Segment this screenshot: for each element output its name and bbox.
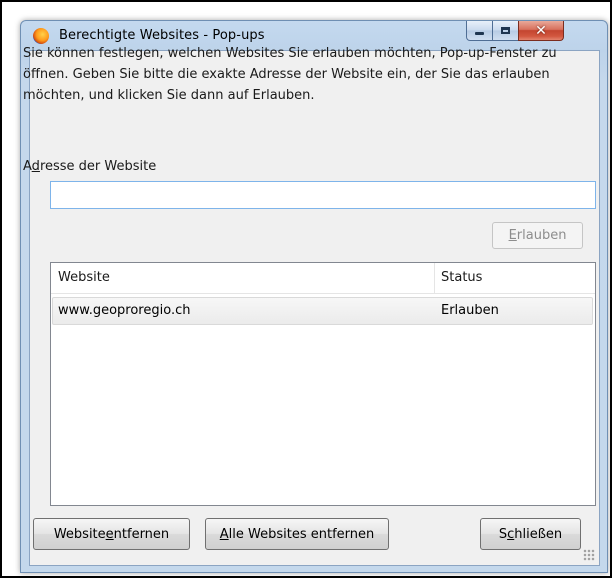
remove-website-button[interactable]: Website e ntfernen: [33, 518, 190, 550]
row-website: www.geoproregio.ch: [58, 303, 191, 318]
close-accel: c: [507, 526, 515, 542]
address-label-part: A: [23, 159, 32, 174]
remove-all-accel: A: [219, 526, 229, 542]
address-label-part: resse der Website: [39, 159, 157, 174]
intro-text: Sie können festlegen, welchen Websites S…: [23, 46, 557, 103]
close-label-part: S: [498, 526, 508, 542]
close-label-part: hließen: [514, 526, 563, 542]
allow-accel: E: [508, 228, 517, 243]
row-status: Erlauben: [441, 303, 499, 318]
minimize-icon: [475, 32, 484, 35]
close-window-button[interactable]: ✕: [518, 21, 564, 41]
list-row[interactable]: www.geoproregio.ch Erlauben: [52, 297, 593, 325]
minimize-button[interactable]: [466, 21, 493, 41]
firefox-icon: [33, 28, 49, 44]
remove-label-part: ntfernen: [113, 526, 170, 542]
address-label-accel: d: [31, 159, 40, 174]
list-header: Website Status: [51, 263, 595, 294]
website-address-input[interactable]: [50, 181, 596, 209]
close-icon: ✕: [535, 22, 547, 39]
maximize-icon: [501, 27, 510, 34]
column-header-website[interactable]: Website: [58, 270, 110, 285]
website-list[interactable]: Website Status www.geoproregio.ch Erlaub…: [50, 262, 596, 506]
column-divider[interactable]: [434, 263, 435, 293]
remove-all-websites-button[interactable]: Alle Websites entfernen: [205, 518, 389, 550]
column-header-status[interactable]: Status: [441, 270, 482, 285]
remove-label-part: Website: [53, 526, 106, 542]
address-label: Adresse der Website: [23, 159, 156, 174]
allow-label: rlauben: [516, 228, 567, 243]
close-button[interactable]: Sc hließen: [480, 518, 581, 550]
remove-all-label: lle Websites entfernen: [228, 526, 375, 542]
maximize-button[interactable]: [492, 21, 519, 41]
remove-accel: e: [105, 526, 114, 542]
resize-grip-icon[interactable]: [583, 549, 595, 561]
allow-button[interactable]: Erlauben: [492, 222, 583, 249]
window-title: Berechtigte Websites - Pop-ups: [59, 28, 265, 43]
